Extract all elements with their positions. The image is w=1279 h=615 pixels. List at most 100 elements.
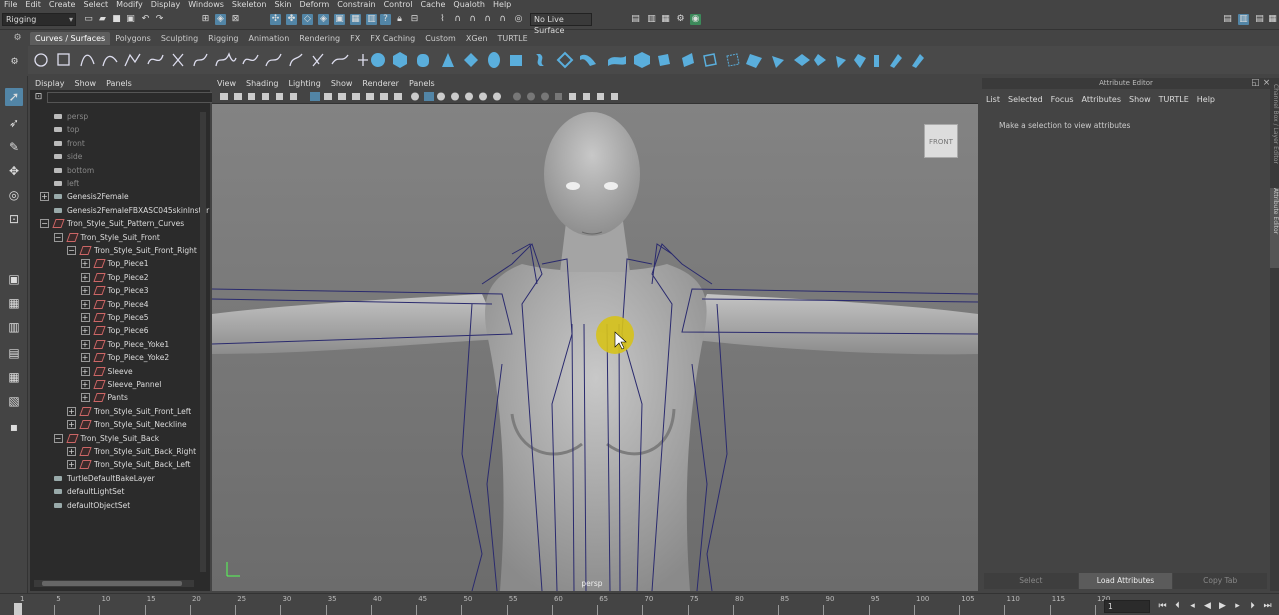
outliner-item[interactable]: Tron_Style_Suit_Back_Right xyxy=(94,445,196,458)
outliner-item[interactable]: Top_Piece1 xyxy=(108,257,149,270)
step-back-frame-icon[interactable]: ◂ xyxy=(1187,601,1198,612)
expand-icon[interactable]: + xyxy=(80,393,90,403)
lasso-tool-icon[interactable]: ➶ xyxy=(5,114,23,132)
new-scene-icon[interactable]: ▭ xyxy=(83,14,94,25)
go-to-end-icon[interactable]: ⏭ xyxy=(1262,601,1273,612)
outliner-item[interactable]: Tron_Style_Suit_Front_Right xyxy=(94,244,197,257)
expand-icon[interactable]: + xyxy=(80,272,90,282)
construction-history-icon[interactable]: ⌇ xyxy=(437,14,448,25)
collapse-icon[interactable]: − xyxy=(53,433,63,443)
outliner-item[interactable]: persp xyxy=(67,110,88,123)
shelf-tab-custom[interactable]: Custom xyxy=(420,32,461,45)
expand-icon[interactable]: + xyxy=(80,286,90,296)
render-view-icon[interactable]: ▥ xyxy=(646,14,657,25)
outliner-item[interactable]: Tron_Style_Suit_Front xyxy=(81,231,160,244)
outliner-item[interactable]: Genesis2FemaleFBXASC045skinInstar xyxy=(67,204,209,217)
shelf-tab-turtle[interactable]: TURTLE xyxy=(493,32,533,45)
shelf-tab-curves-surfaces[interactable]: Curves / Surfaces xyxy=(30,32,111,45)
open-scene-icon[interactable]: ▰ xyxy=(97,14,108,25)
menu-control[interactable]: Control xyxy=(380,0,417,10)
outliner-menu-panels[interactable]: Panels xyxy=(101,78,137,90)
time-slider[interactable]: 1 5 10 15 20 25 30 35 40 45 50 55 60 65 70 75 80 85 90 95 10… xyxy=(0,593,1279,615)
outliner-item[interactable]: left xyxy=(67,177,79,190)
outliner-menu-display[interactable]: Display xyxy=(30,78,70,90)
scale-tool-icon[interactable]: ⊡ xyxy=(5,210,23,228)
magnet-curve-icon[interactable]: ∩ xyxy=(467,14,478,25)
render-settings-icon[interactable]: ⚙ xyxy=(675,14,686,25)
expand-icon[interactable]: + xyxy=(80,380,90,389)
collapse-icon[interactable]: − xyxy=(40,219,49,229)
menu-skeleton[interactable]: Skeleton xyxy=(228,0,271,10)
menu-windows[interactable]: Windows xyxy=(184,0,228,10)
outliner-item[interactable]: Top_Piece3 xyxy=(108,284,149,297)
expand-icon[interactable]: + xyxy=(80,313,90,322)
expand-icon[interactable]: + xyxy=(67,420,76,430)
snap-live-icon[interactable]: ▦ xyxy=(350,14,361,25)
collapse-icon[interactable]: − xyxy=(53,232,63,242)
workspace-icon[interactable]: ▤ xyxy=(1222,14,1233,25)
expand-icon[interactable]: + xyxy=(80,259,90,269)
open-folder-icon[interactable]: ■ xyxy=(111,14,122,25)
shelf-tab-fx[interactable]: FX xyxy=(345,32,365,45)
snap-curve-icon[interactable]: ✤ xyxy=(286,14,297,25)
select-tool-icon[interactable]: ➚ xyxy=(5,88,23,106)
undo-icon[interactable]: ↶ xyxy=(140,14,151,25)
hypershade-icon[interactable]: ◉ xyxy=(690,14,701,25)
channel-box-toggle-icon[interactable]: ▥ xyxy=(1238,14,1249,25)
select-object-icon[interactable]: ◈ xyxy=(215,14,226,25)
expand-icon[interactable]: + xyxy=(67,460,76,470)
outliner-item[interactable]: Top_Piece5 xyxy=(108,311,149,324)
snap-surface-icon[interactable]: ▣ xyxy=(334,14,345,25)
outliner-item[interactable]: Tron_Style_Suit_Front_Left xyxy=(94,405,191,418)
outliner-item[interactable]: bottom xyxy=(67,164,94,177)
shelf-tab-animation[interactable]: Animation xyxy=(243,32,294,45)
outliner-item[interactable]: defaultLightSet xyxy=(67,485,124,498)
outliner-item[interactable]: front xyxy=(67,137,85,150)
outliner-item[interactable]: Tron_Style_Suit_Back xyxy=(81,432,160,445)
outliner-item[interactable]: side xyxy=(67,150,82,163)
view-cube[interactable]: FRONT xyxy=(924,124,958,158)
outliner-search-field[interactable] xyxy=(47,92,238,103)
move-tool-icon[interactable]: ✥ xyxy=(5,162,23,180)
expand-icon[interactable]: + xyxy=(80,353,90,363)
ae-menu-focus[interactable]: Focus xyxy=(1047,93,1078,107)
symmetry-icon[interactable]: ⊟ xyxy=(409,14,420,25)
outliner-item[interactable]: TurtleDefaultBakeLayer xyxy=(67,472,155,485)
select-button[interactable]: Select xyxy=(984,573,1078,589)
outliner-item[interactable]: Genesis2Female xyxy=(67,190,129,203)
expand-icon[interactable]: + xyxy=(80,366,90,376)
play-backward-icon[interactable]: ◀ xyxy=(1202,601,1213,612)
snap-grid-icon[interactable]: ✣ xyxy=(270,14,281,25)
live-surface-icon[interactable]: ◎ xyxy=(513,14,524,25)
shelf-tab-sculpting[interactable]: Sculpting xyxy=(156,32,203,45)
expand-icon[interactable]: + xyxy=(80,339,90,349)
expand-icon[interactable]: + xyxy=(80,299,90,309)
ae-menu-turtle[interactable]: TURTLE xyxy=(1155,93,1193,107)
load-attributes-button[interactable]: Load Attributes xyxy=(1078,573,1173,589)
menu-deform[interactable]: Deform xyxy=(296,0,334,10)
menu-display[interactable]: Display xyxy=(147,0,185,10)
outliner-vscrollbar[interactable] xyxy=(200,112,206,572)
ae-menu-show[interactable]: Show xyxy=(1125,93,1155,107)
viewport-menu-view[interactable]: View xyxy=(212,78,241,90)
layout-graph-icon[interactable]: ▦ xyxy=(5,368,23,386)
ae-menu-selected[interactable]: Selected xyxy=(1004,93,1047,107)
persp-viewport[interactable]: View Shading Lighting Show Renderer Panels xyxy=(212,78,978,591)
attribute-editor-toggle-icon[interactable]: ▤ xyxy=(1254,14,1265,25)
menu-skin[interactable]: Skin xyxy=(271,0,296,10)
menu-help[interactable]: Help xyxy=(489,0,515,10)
menu-constrain[interactable]: Constrain xyxy=(333,0,379,10)
menu-modify[interactable]: Modify xyxy=(112,0,147,10)
ae-menu-list[interactable]: List xyxy=(982,93,1004,107)
redo-icon[interactable]: ↷ xyxy=(154,14,165,25)
magnet-point-icon[interactable]: ∩ xyxy=(482,14,493,25)
outliner-item[interactable]: Sleeve_Pannel xyxy=(108,378,162,391)
side-tab-attribute-editor[interactable]: Attribute Editor xyxy=(1270,188,1279,268)
menu-cache[interactable]: Cache xyxy=(417,0,450,10)
expand-icon[interactable]: + xyxy=(80,326,90,336)
menu-set-dropdown[interactable]: Rigging ▾ xyxy=(2,13,76,26)
paint-select-tool-icon[interactable]: ✎ xyxy=(5,138,23,156)
current-frame-field[interactable]: 1 xyxy=(1104,600,1150,613)
float-panel-icon[interactable]: ◱ xyxy=(1250,78,1261,89)
snap-view-plane-icon[interactable]: ◈ xyxy=(318,14,329,25)
